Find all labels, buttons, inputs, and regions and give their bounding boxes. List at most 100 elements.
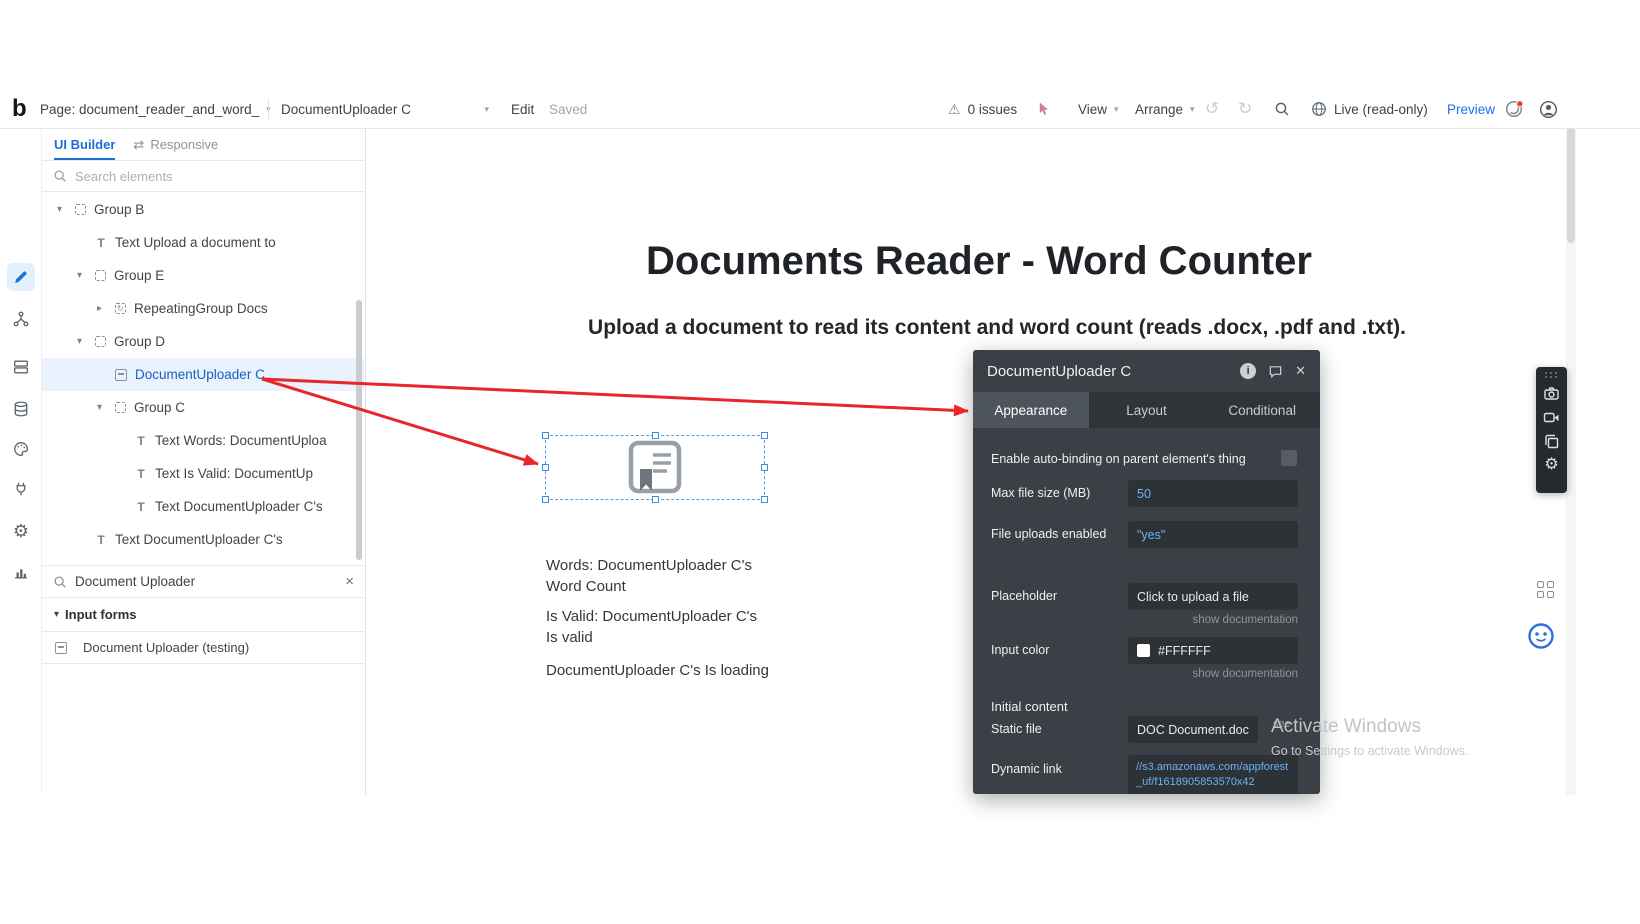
tree-item-label: Group E	[114, 268, 164, 283]
design-tab-button[interactable]	[7, 263, 35, 291]
element-filter-input[interactable]	[75, 574, 305, 589]
arrange-menu[interactable]: Arrange ▾	[1135, 90, 1195, 128]
selection-handle[interactable]	[542, 464, 549, 471]
account-button[interactable]	[1539, 90, 1558, 128]
element-tree: ▾ Group B T Text Upload a document to ▾ …	[42, 193, 364, 556]
file-uploads-input[interactable]: "yes"	[1128, 521, 1298, 548]
dynamic-link-input[interactable]: //s3.amazonaws.com/appforest_uf/f1618905…	[1128, 755, 1298, 794]
redo-button[interactable]: ↻	[1238, 90, 1252, 128]
tab-appearance[interactable]: Appearance	[973, 392, 1089, 428]
tree-item-group-c[interactable]: ▾ Group C	[42, 391, 364, 424]
words-text-element[interactable]: Words: DocumentUploader C's Word Count	[546, 556, 760, 597]
tree-scrollbar[interactable]	[356, 300, 362, 560]
tree-item-text-upload[interactable]: T Text Upload a document to	[42, 226, 364, 259]
chevron-down-icon[interactable]: ▾	[77, 270, 95, 281]
arrange-menu-label: Arrange	[1135, 102, 1183, 117]
show-documentation-link[interactable]: show documentation	[1193, 614, 1298, 626]
styles-tab-button[interactable]	[7, 435, 35, 463]
workflow-tab-button[interactable]	[7, 305, 35, 333]
element-selector-dropdown[interactable]: DocumentUploader C ▾	[281, 90, 489, 128]
tab-responsive[interactable]: ⇄ Responsive	[133, 129, 218, 160]
help-button[interactable]	[1504, 90, 1524, 128]
live-status[interactable]: Live (read-only)	[1311, 90, 1428, 128]
selection-handle[interactable]	[542, 432, 549, 439]
tree-item-text-uploader-cs[interactable]: T Text DocumentUploader C's	[42, 490, 364, 523]
bubble-logo[interactable]: b	[12, 90, 27, 128]
search-elements-row	[42, 161, 365, 192]
selection-handle[interactable]	[761, 432, 768, 439]
color-swatch[interactable]	[1137, 644, 1150, 657]
plugins-tab-button[interactable]	[7, 475, 35, 503]
is-valid-text-element[interactable]: Is Valid: DocumentUploader C's Is valid	[546, 607, 760, 648]
close-icon[interactable]: ✕	[1295, 363, 1306, 379]
pointer-tool-button[interactable]	[1036, 90, 1051, 128]
gear-icon: ⚙	[13, 522, 29, 540]
clear-filter-icon[interactable]: ×	[345, 573, 354, 590]
selection-handle[interactable]	[652, 496, 659, 503]
tree-item-group-e[interactable]: ▾ Group E	[42, 259, 364, 292]
tree-item-label: Group B	[94, 202, 144, 217]
is-loading-text-element[interactable]: DocumentUploader C's Is loading	[546, 661, 776, 682]
tree-item-group-b[interactable]: ▾ Group B	[42, 193, 364, 226]
tab-layout[interactable]: Layout	[1089, 392, 1205, 428]
drag-handle-icon[interactable]	[1545, 372, 1558, 378]
tree-item-text-words[interactable]: T Text Words: DocumentUploa	[42, 424, 364, 457]
selection-handle[interactable]	[761, 496, 768, 503]
property-editor-tabs: Appearance Layout Conditional	[973, 392, 1320, 428]
max-file-size-label: Max file size (MB)	[991, 480, 1090, 507]
property-editor-header[interactable]: DocumentUploader C i ✕	[973, 350, 1320, 392]
search-button[interactable]	[1274, 90, 1290, 128]
tree-item-documentuploader-c[interactable]: DocumentUploader C	[42, 358, 364, 391]
search-result-item[interactable]: Document Uploader (testing)	[42, 631, 365, 664]
text-icon: T	[135, 500, 147, 514]
tree-item-text-is-valid[interactable]: T Text Is Valid: DocumentUp	[42, 457, 364, 490]
selection-handle[interactable]	[652, 432, 659, 439]
grid-widget-icon[interactable]	[1537, 581, 1555, 599]
tree-item-text-uploader-cs-2[interactable]: T Text DocumentUploader C's	[42, 523, 364, 556]
documentuploader-element[interactable]	[545, 435, 765, 500]
tab-ui-builder[interactable]: UI Builder	[54, 129, 115, 160]
tree-item-label: Text DocumentUploader C's	[115, 532, 283, 547]
autobind-checkbox[interactable]	[1281, 450, 1297, 466]
copy-slides-icon[interactable]	[1543, 433, 1560, 450]
activate-windows-watermark: Activate Windows	[1271, 716, 1421, 738]
info-icon[interactable]: i	[1240, 363, 1256, 379]
tree-item-group-d[interactable]: ▾ Group D	[42, 325, 364, 358]
search-elements-input[interactable]	[75, 169, 315, 184]
static-file-input[interactable]: DOC Document.doc	[1128, 716, 1258, 743]
comment-icon[interactable]	[1268, 364, 1283, 379]
tab-conditional[interactable]: Conditional	[1204, 392, 1320, 428]
data-tab-button[interactable]	[7, 395, 35, 423]
workflow-icon	[12, 310, 30, 328]
tab-layout-label: Layout	[1126, 403, 1167, 418]
undo-button[interactable]: ↺	[1205, 90, 1219, 128]
edit-mode-button[interactable]: Edit	[511, 90, 534, 128]
chevron-down-icon[interactable]: ▾	[57, 204, 75, 215]
issues-button[interactable]: ⚠ 0 issues	[948, 90, 1017, 128]
max-file-size-input[interactable]: 50	[1128, 480, 1298, 507]
settings-tab-button[interactable]: ⚙	[7, 517, 35, 545]
debugger-mascot-icon[interactable]	[1527, 622, 1555, 650]
screenshot-camera-icon[interactable]	[1543, 385, 1560, 402]
property-editor-title: DocumentUploader C	[987, 363, 1131, 380]
gear-icon[interactable]: ⚙	[1544, 457, 1558, 473]
save-status: Saved	[549, 90, 587, 128]
selection-handle[interactable]	[761, 464, 768, 471]
tree-item-repeatinggroup-docs[interactable]: ▸ ↻ RepeatingGroup Docs	[42, 292, 364, 325]
pages-tab-button[interactable]	[7, 353, 35, 381]
input-color-picker[interactable]: #FFFFFF	[1128, 637, 1298, 664]
chevron-right-icon[interactable]: ▸	[97, 303, 115, 314]
selection-handle[interactable]	[542, 496, 549, 503]
preview-button[interactable]: Preview	[1447, 90, 1495, 128]
video-camera-icon[interactable]	[1543, 409, 1560, 426]
page-selector[interactable]: Page: document_reader_and_word_ ▾	[40, 90, 271, 128]
placeholder-input[interactable]: Click to upload a file	[1128, 583, 1298, 610]
show-documentation-link[interactable]: show documentation	[1193, 668, 1298, 680]
view-menu[interactable]: View ▾	[1078, 90, 1119, 128]
chevron-down-icon[interactable]: ▾	[97, 402, 115, 413]
file-uploads-value: "yes"	[1137, 528, 1165, 542]
chevron-down-icon[interactable]: ▾	[77, 336, 95, 347]
logs-tab-button[interactable]	[7, 558, 35, 586]
input-forms-section[interactable]: ▾ Input forms	[42, 598, 365, 631]
palette-icon	[12, 440, 30, 458]
